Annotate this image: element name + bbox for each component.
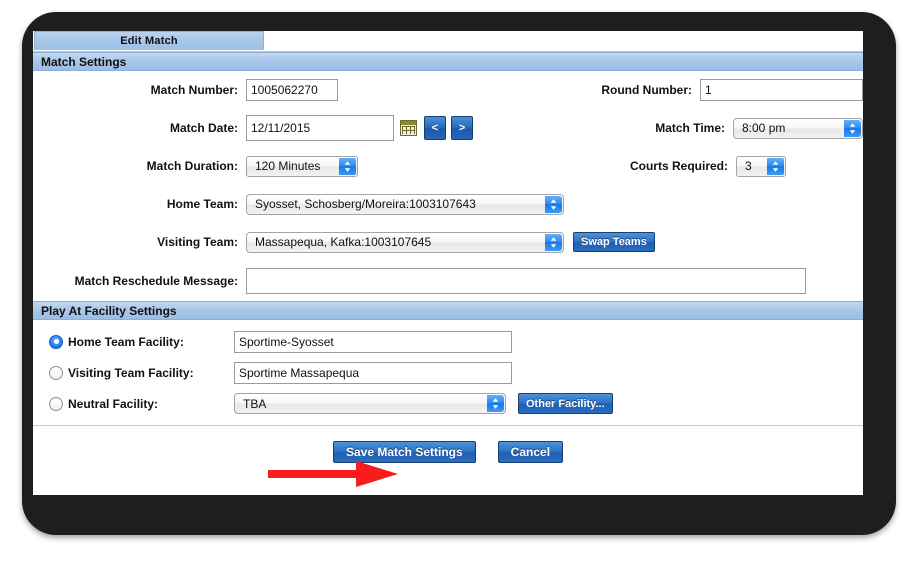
match-duration-select-value: 120 Minutes — [255, 159, 321, 173]
facility-option-home: Home Team Facility: — [33, 326, 863, 357]
match-settings-body: Match Number: Round Number: Match Date: — [33, 71, 863, 301]
label-round-number: Round Number: — [601, 83, 692, 97]
next-date-button-label: > — [458, 122, 466, 134]
chevron-updown-icon — [767, 157, 784, 175]
home-team-select[interactable]: Syosset, Schosberg/Moreira:1003107643 — [246, 193, 564, 215]
visiting-team-select-value: Massapequa, Kafka:1003107645 — [255, 235, 432, 249]
save-match-settings-button[interactable]: Save Match Settings — [332, 441, 476, 463]
save-match-settings-button-label: Save Match Settings — [345, 445, 463, 459]
home-team-facility-input[interactable] — [234, 330, 512, 353]
footer-actions: Save Match Settings Cancel — [33, 426, 863, 478]
calendar-icon-grid — [402, 126, 415, 134]
radio-neutral-facility[interactable] — [49, 396, 63, 411]
label-neutral-facility: Neutral Facility: — [68, 396, 159, 411]
home-team-select-value: Syosset, Schosberg/Moreira:1003107643 — [255, 197, 476, 211]
row-reschedule-message: Match Reschedule Message: — [33, 261, 863, 301]
cancel-button-label: Cancel — [510, 445, 551, 459]
tab-edit-match[interactable]: Edit Match — [34, 31, 264, 50]
row-home-team: Home Team: Syosset, Schosberg/Moreira:10… — [33, 185, 863, 223]
tab-edit-match-label: Edit Match — [120, 35, 178, 47]
label-reschedule-message: Match Reschedule Message: — [74, 274, 238, 288]
chevron-updown-icon — [487, 395, 504, 412]
reschedule-message-input[interactable] — [246, 268, 806, 294]
prev-date-button[interactable]: < — [424, 116, 446, 140]
label-match-time: Match Time: — [655, 121, 725, 135]
row-match-duration: Match Duration: 120 Minutes Courts Requi… — [33, 147, 863, 185]
label-match-duration: Match Duration: — [146, 159, 238, 173]
row-match-date: Match Date: < > Match Time: 8:00 pm — [33, 109, 863, 147]
screenshot-root: Edit Match Match Settings Match Number: … — [0, 0, 922, 563]
row-visiting-team: Visiting Team: Massapequa, Kafka:1003107… — [33, 223, 863, 261]
visiting-team-select[interactable]: Massapequa, Kafka:1003107645 — [246, 231, 564, 253]
play-at-facility-body: Home Team Facility: Visiting Team Facili… — [33, 320, 863, 425]
tab-strip: Edit Match — [33, 31, 863, 52]
round-number-input[interactable] — [700, 79, 863, 101]
neutral-facility-select-value: TBA — [243, 396, 267, 411]
calendar-icon[interactable] — [400, 120, 417, 136]
radio-home-team-facility[interactable] — [49, 334, 63, 349]
other-facility-button-label: Other Facility... — [526, 397, 605, 410]
swap-teams-button-label: Swap Teams — [581, 236, 647, 248]
courts-required-select-value: 3 — [745, 159, 752, 173]
label-home-team-facility: Home Team Facility: — [68, 334, 184, 349]
app-window: Edit Match Match Settings Match Number: … — [33, 31, 863, 495]
section-header-play-at-facility: Play At Facility Settings — [33, 301, 863, 320]
section-title-match-settings: Match Settings — [41, 54, 127, 69]
match-number-input[interactable] — [246, 79, 338, 101]
section-header-match-settings: Match Settings — [33, 52, 863, 71]
chevron-updown-icon — [844, 119, 861, 137]
label-home-team: Home Team: — [166, 197, 238, 211]
label-courts-required: Courts Required: — [629, 159, 728, 173]
facility-option-visiting: Visiting Team Facility: — [33, 357, 863, 388]
chevron-updown-icon — [545, 195, 562, 213]
label-visiting-team-facility: Visiting Team Facility: — [68, 365, 194, 380]
label-match-date: Match Date: — [169, 121, 238, 135]
match-duration-select[interactable]: 120 Minutes — [246, 155, 358, 177]
match-time-select[interactable]: 8:00 pm — [733, 117, 863, 139]
other-facility-button[interactable]: Other Facility... — [518, 393, 613, 414]
courts-required-select[interactable]: 3 — [736, 155, 786, 177]
chevron-updown-icon — [545, 233, 562, 251]
label-match-number: Match Number: — [150, 83, 238, 97]
cancel-button[interactable]: Cancel — [497, 441, 564, 463]
match-date-input[interactable] — [246, 115, 394, 141]
match-time-select-value: 8:00 pm — [742, 121, 786, 135]
radio-visiting-team-facility[interactable] — [49, 365, 63, 380]
chevron-updown-icon — [339, 157, 356, 175]
prev-date-button-label: < — [431, 122, 439, 134]
section-title-play-at-facility: Play At Facility Settings — [41, 303, 177, 318]
visiting-team-facility-input[interactable] — [234, 361, 512, 384]
next-date-button[interactable]: > — [451, 116, 473, 140]
row-match-number: Match Number: Round Number: — [33, 71, 863, 109]
neutral-facility-select[interactable]: TBA — [234, 393, 506, 414]
facility-option-neutral: Neutral Facility: TBA Other Facility... — [33, 388, 863, 419]
swap-teams-button[interactable]: Swap Teams — [573, 232, 655, 252]
label-visiting-team: Visiting Team: — [157, 235, 238, 249]
